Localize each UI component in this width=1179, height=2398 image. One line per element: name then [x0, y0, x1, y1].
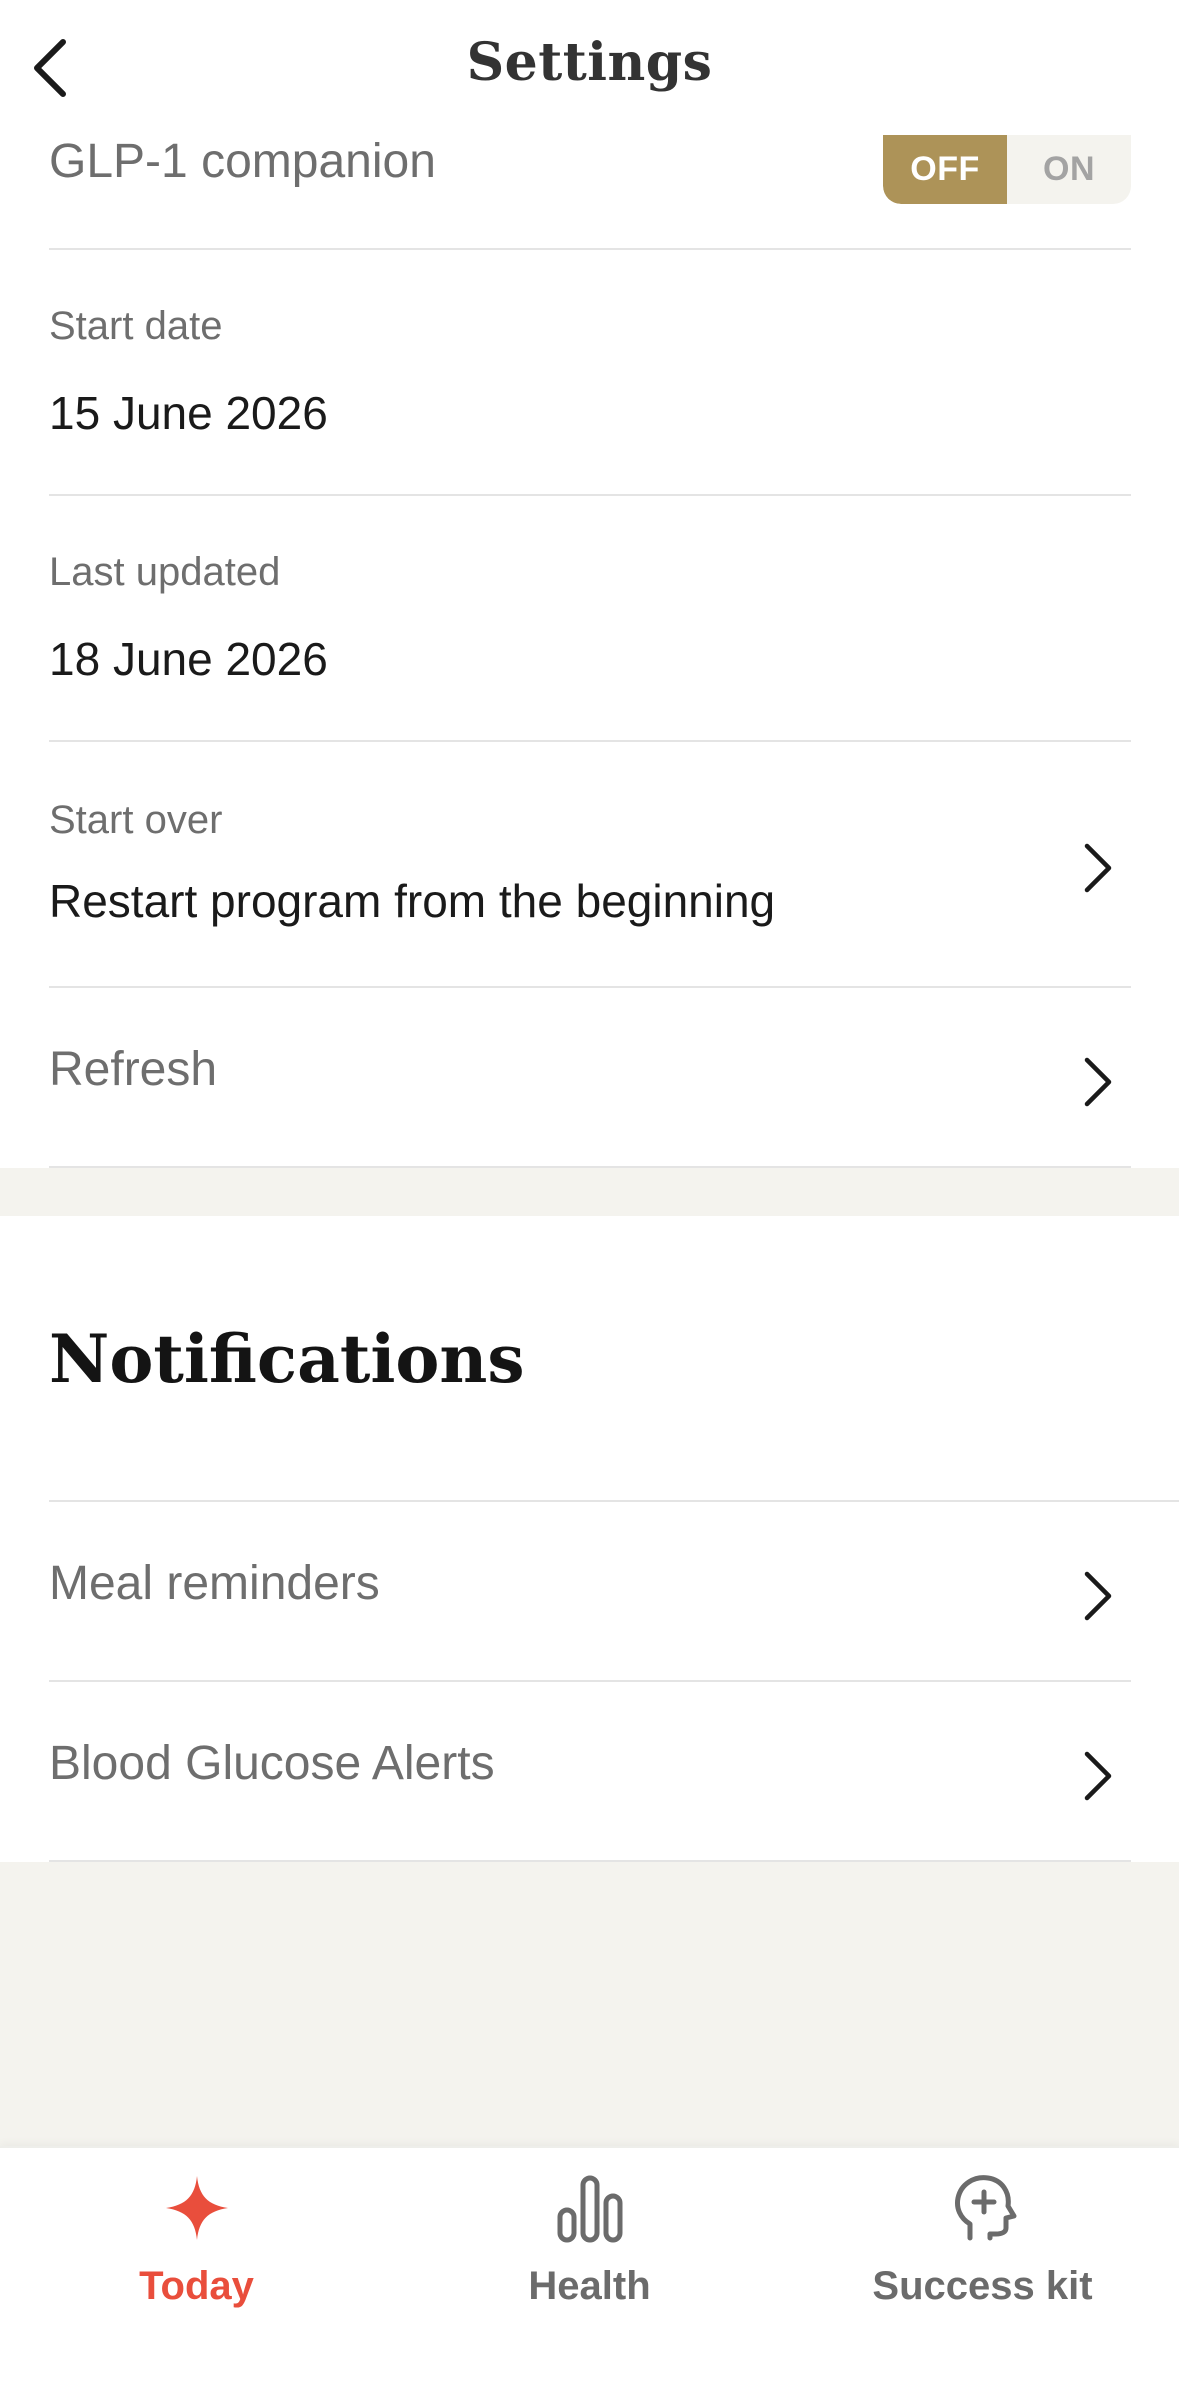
tab-label: Today	[139, 2264, 254, 2308]
tab-today[interactable]: Today	[0, 2148, 393, 2348]
tab-label: Health	[528, 2264, 651, 2308]
start-over-label: Start over	[49, 798, 223, 842]
start-date-row: Start date 15 June 2026	[49, 250, 1131, 496]
start-over-row[interactable]: Start over Restart program from the begi…	[49, 742, 1131, 988]
restart-program-text: Restart program from the beginning	[49, 875, 776, 927]
meal-reminders-label: Meal reminders	[49, 1557, 380, 1610]
tab-success-kit[interactable]: Success kit	[786, 2148, 1179, 2348]
chevron-right-icon	[1084, 1057, 1112, 1107]
toggle-on-option[interactable]: ON	[1007, 134, 1131, 204]
bottom-tab-bar: Today Health Success kit	[0, 2146, 1179, 2398]
last-updated-row: Last updated 18 June 2026	[49, 496, 1131, 742]
blood-glucose-alerts-label: Blood Glucose Alerts	[49, 1737, 495, 1790]
blood-glucose-alerts-row[interactable]: Blood Glucose Alerts	[49, 1682, 1131, 1862]
refresh-row[interactable]: Refresh	[49, 988, 1131, 1168]
meal-reminders-row[interactable]: Meal reminders	[49, 1502, 1131, 1682]
tab-health[interactable]: Health	[393, 2148, 786, 2348]
chevron-right-icon	[1084, 843, 1112, 893]
head-plus-icon	[954, 2175, 1016, 2241]
glp-companion-toggle[interactable]: OFF ON	[883, 134, 1131, 204]
page-title: Settings	[466, 32, 713, 93]
tab-label: Success kit	[872, 2264, 1093, 2308]
refresh-label: Refresh	[49, 1043, 218, 1096]
start-date-label: Start date	[49, 304, 223, 348]
start-date-value: 15 June 2026	[49, 387, 328, 439]
last-updated-label: Last updated	[49, 550, 281, 594]
glp-companion-label: GLP-1 companion	[49, 135, 436, 188]
toggle-off-option[interactable]: OFF	[883, 134, 1007, 204]
empty-background-area	[0, 1862, 1179, 2146]
sparkle-icon	[165, 2176, 228, 2240]
header: Settings	[0, 0, 1179, 135]
last-updated-value: 18 June 2026	[49, 633, 328, 685]
section-divider	[0, 1168, 1179, 1216]
chevron-right-icon	[1084, 1751, 1112, 1801]
bar-chart-icon	[557, 2175, 622, 2243]
chevron-right-icon	[1084, 1571, 1112, 1621]
notifications-heading: Notifications	[49, 1320, 525, 1398]
